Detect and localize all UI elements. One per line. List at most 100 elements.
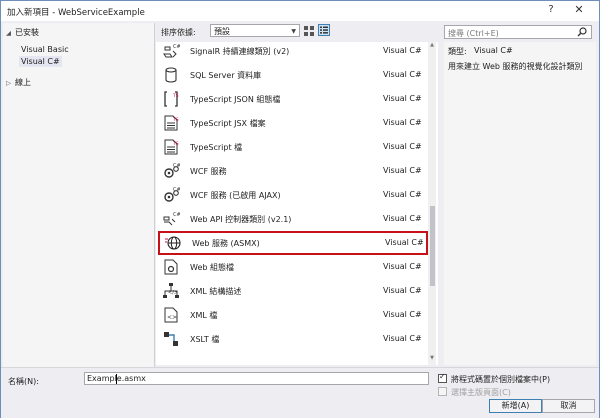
tree-node-installed[interactable]: ◢ 已安裝 — [6, 27, 39, 38]
template-language: Visual C# — [383, 166, 422, 175]
grid-view-icon[interactable] — [304, 26, 314, 36]
template-name: TypeScript JSX 檔案 — [190, 119, 266, 128]
help-button[interactable]: ? — [543, 4, 559, 18]
template-list-item[interactable]: C# SignalR 持續連線類別 (v2) Visual C# — [156, 42, 426, 63]
typescript-file-icon: TS — [162, 138, 180, 156]
name-field[interactable]: Example.asmx — [84, 372, 429, 385]
tree-node-visual-csharp[interactable]: Visual C# — [19, 56, 62, 67]
template-language: Visual C# — [383, 70, 422, 79]
item-description: 用來建立 Web 服務的視覺化設計類別 — [448, 62, 583, 71]
template-list-item[interactable]: C# WCF 服務 (已啟用 AJAX) Visual C# — [156, 183, 426, 207]
type-value: Visual C# — [474, 46, 513, 55]
svg-text:C#: C# — [173, 163, 180, 169]
template-list-item[interactable]: XSLT 檔 Visual C# — [156, 327, 426, 351]
bottom-panel: 名稱(N): Example.asmx ✓ 將程式碼置於個別檔案中(P) 選擇主… — [1, 367, 599, 418]
template-list-item[interactable]: TS TypeScript 檔 Visual C# — [156, 135, 426, 159]
template-name: Web 服務 (ASMX) — [192, 239, 260, 248]
scroll-up-icon[interactable]: ▲ — [428, 42, 436, 50]
xslt-file-icon — [162, 330, 180, 348]
window-title: 加入新項目 - WebServiceExample — [7, 8, 145, 18]
template-name: TypeScript 檔 — [190, 143, 243, 152]
template-language: Visual C# — [383, 118, 422, 127]
add-new-item-dialog: 加入新項目 - WebServiceExample ? ✕ ◢ 已安裝 Visua… — [0, 0, 600, 418]
template-list-item[interactable]: TS TypeScript JSX 檔案 Visual C# — [156, 111, 426, 135]
wcf-service-icon: C# — [162, 186, 181, 204]
sort-by-value: 預設 — [214, 27, 230, 36]
template-language: Visual C# — [383, 286, 422, 295]
template-language: Visual C# — [383, 142, 422, 151]
signalr-class-icon: C# — [162, 42, 181, 60]
database-icon — [162, 66, 180, 84]
template-language: Visual C# — [383, 310, 422, 319]
tree-node-label: Visual Basic — [21, 45, 69, 54]
template-language: Visual C# — [383, 262, 422, 271]
template-tree: ◢ 已安裝 Visual Basic Visual C# ▷ 線上 — [3, 23, 155, 367]
xml-schema-icon: </> — [162, 282, 180, 300]
type-label: 類型: — [448, 47, 467, 56]
scroll-down-icon[interactable]: ▼ — [428, 355, 436, 363]
tree-node-label: Visual C# — [21, 57, 60, 66]
sort-by-label: 排序依據: — [161, 28, 196, 37]
master-page-checkbox[interactable] — [438, 387, 447, 396]
json-config-icon: TS — [162, 90, 180, 108]
toolbar: 排序依據: 預設 ▼ — [156, 23, 442, 41]
tree-node-visual-basic[interactable]: Visual Basic — [21, 45, 69, 54]
template-language: Visual C# — [383, 94, 422, 103]
checkmark-icon: ✓ — [439, 372, 446, 381]
name-label: 名稱(N): — [8, 377, 39, 386]
template-list-item[interactable]: Web 服務 (ASMX) Visual C# — [158, 231, 428, 255]
globe-icon — [164, 234, 182, 252]
chevron-down-icon: ▼ — [291, 28, 296, 35]
master-page-label[interactable]: 選擇主版頁面(C) — [451, 387, 511, 398]
template-list-item[interactable]: SQL Server 資料庫 Visual C# — [156, 63, 426, 87]
svg-text:C#: C# — [173, 212, 180, 218]
svg-text:C#: C# — [173, 187, 180, 193]
tree-node-label: 已安裝 — [15, 28, 39, 37]
list-view-icon[interactable] — [318, 24, 330, 36]
template-language: Visual C# — [385, 238, 424, 247]
typescript-file-icon: TS — [162, 114, 180, 132]
sort-by-dropdown[interactable]: 預設 ▼ — [210, 24, 300, 37]
template-name: XSLT 檔 — [190, 335, 220, 344]
template-name: Web API 控制器類別 (v2.1) — [190, 215, 292, 224]
tree-node-online[interactable]: ▷ 線上 — [6, 77, 31, 88]
tree-node-label: 線上 — [15, 78, 31, 87]
title-bar: 加入新項目 - WebServiceExample ? ✕ — [1, 1, 599, 21]
template-language: Visual C# — [383, 190, 422, 199]
template-list-item[interactable]: C# Web API 控制器類別 (v2.1) Visual C# — [156, 207, 426, 231]
template-name: WCF 服務 — [190, 167, 227, 176]
text-caret — [116, 374, 117, 384]
web-api-icon: C# — [162, 210, 181, 228]
search-icon[interactable] — [577, 27, 587, 37]
template-list-item[interactable]: TS TypeScript JSON 組態檔 Visual C# — [156, 87, 426, 111]
scrollbar-thumb[interactable] — [430, 206, 435, 286]
template-list-item[interactable]: <> XML 檔 Visual C# — [156, 303, 426, 327]
template-name: XML 檔 — [190, 311, 218, 320]
vertical-scrollbar[interactable] — [428, 42, 436, 365]
config-file-icon — [162, 258, 180, 276]
wcf-service-icon: C# — [162, 162, 181, 180]
separate-file-label[interactable]: 將程式碼置於個別檔案中(P) — [451, 374, 550, 385]
template-list-item[interactable]: Web 組態檔 Visual C# — [156, 255, 426, 279]
template-name: WCF 服務 (已啟用 AJAX) — [190, 191, 281, 200]
expand-arrow-icon[interactable]: ◢ — [6, 29, 15, 37]
search-input[interactable]: 搜尋 (Ctrl+E) — [444, 25, 592, 39]
add-button[interactable]: 新增(A) — [489, 399, 542, 413]
svg-text:TS: TS — [172, 117, 179, 123]
template-list-item[interactable]: C# WCF 服務 Visual C# — [156, 159, 426, 183]
template-name: XML 結構描述 — [190, 287, 242, 296]
search-placeholder: 搜尋 (Ctrl+E) — [448, 29, 499, 38]
template-list-item[interactable]: </> XML 結構描述 Visual C# — [156, 279, 426, 303]
cancel-button[interactable]: 取消 — [542, 399, 595, 413]
template-language: Visual C# — [383, 214, 422, 223]
separate-file-checkbox[interactable]: ✓ — [438, 372, 447, 383]
template-name: SQL Server 資料庫 — [190, 71, 262, 80]
svg-text:TS: TS — [172, 93, 179, 99]
template-name: SignalR 持續連線類別 (v2) — [190, 47, 290, 56]
template-list: C# SignalR 持續連線類別 (v2) Visual C# SQL Server… — [156, 42, 438, 365]
template-name: Web 組態檔 — [190, 263, 234, 272]
close-button[interactable]: ✕ — [571, 3, 587, 19]
details-pane: 類型: Visual C# 用來建立 Web 服務的視覺化設計類別 — [444, 42, 596, 365]
svg-text:</>: </> — [168, 290, 178, 296]
collapse-arrow-icon[interactable]: ▷ — [6, 79, 15, 87]
